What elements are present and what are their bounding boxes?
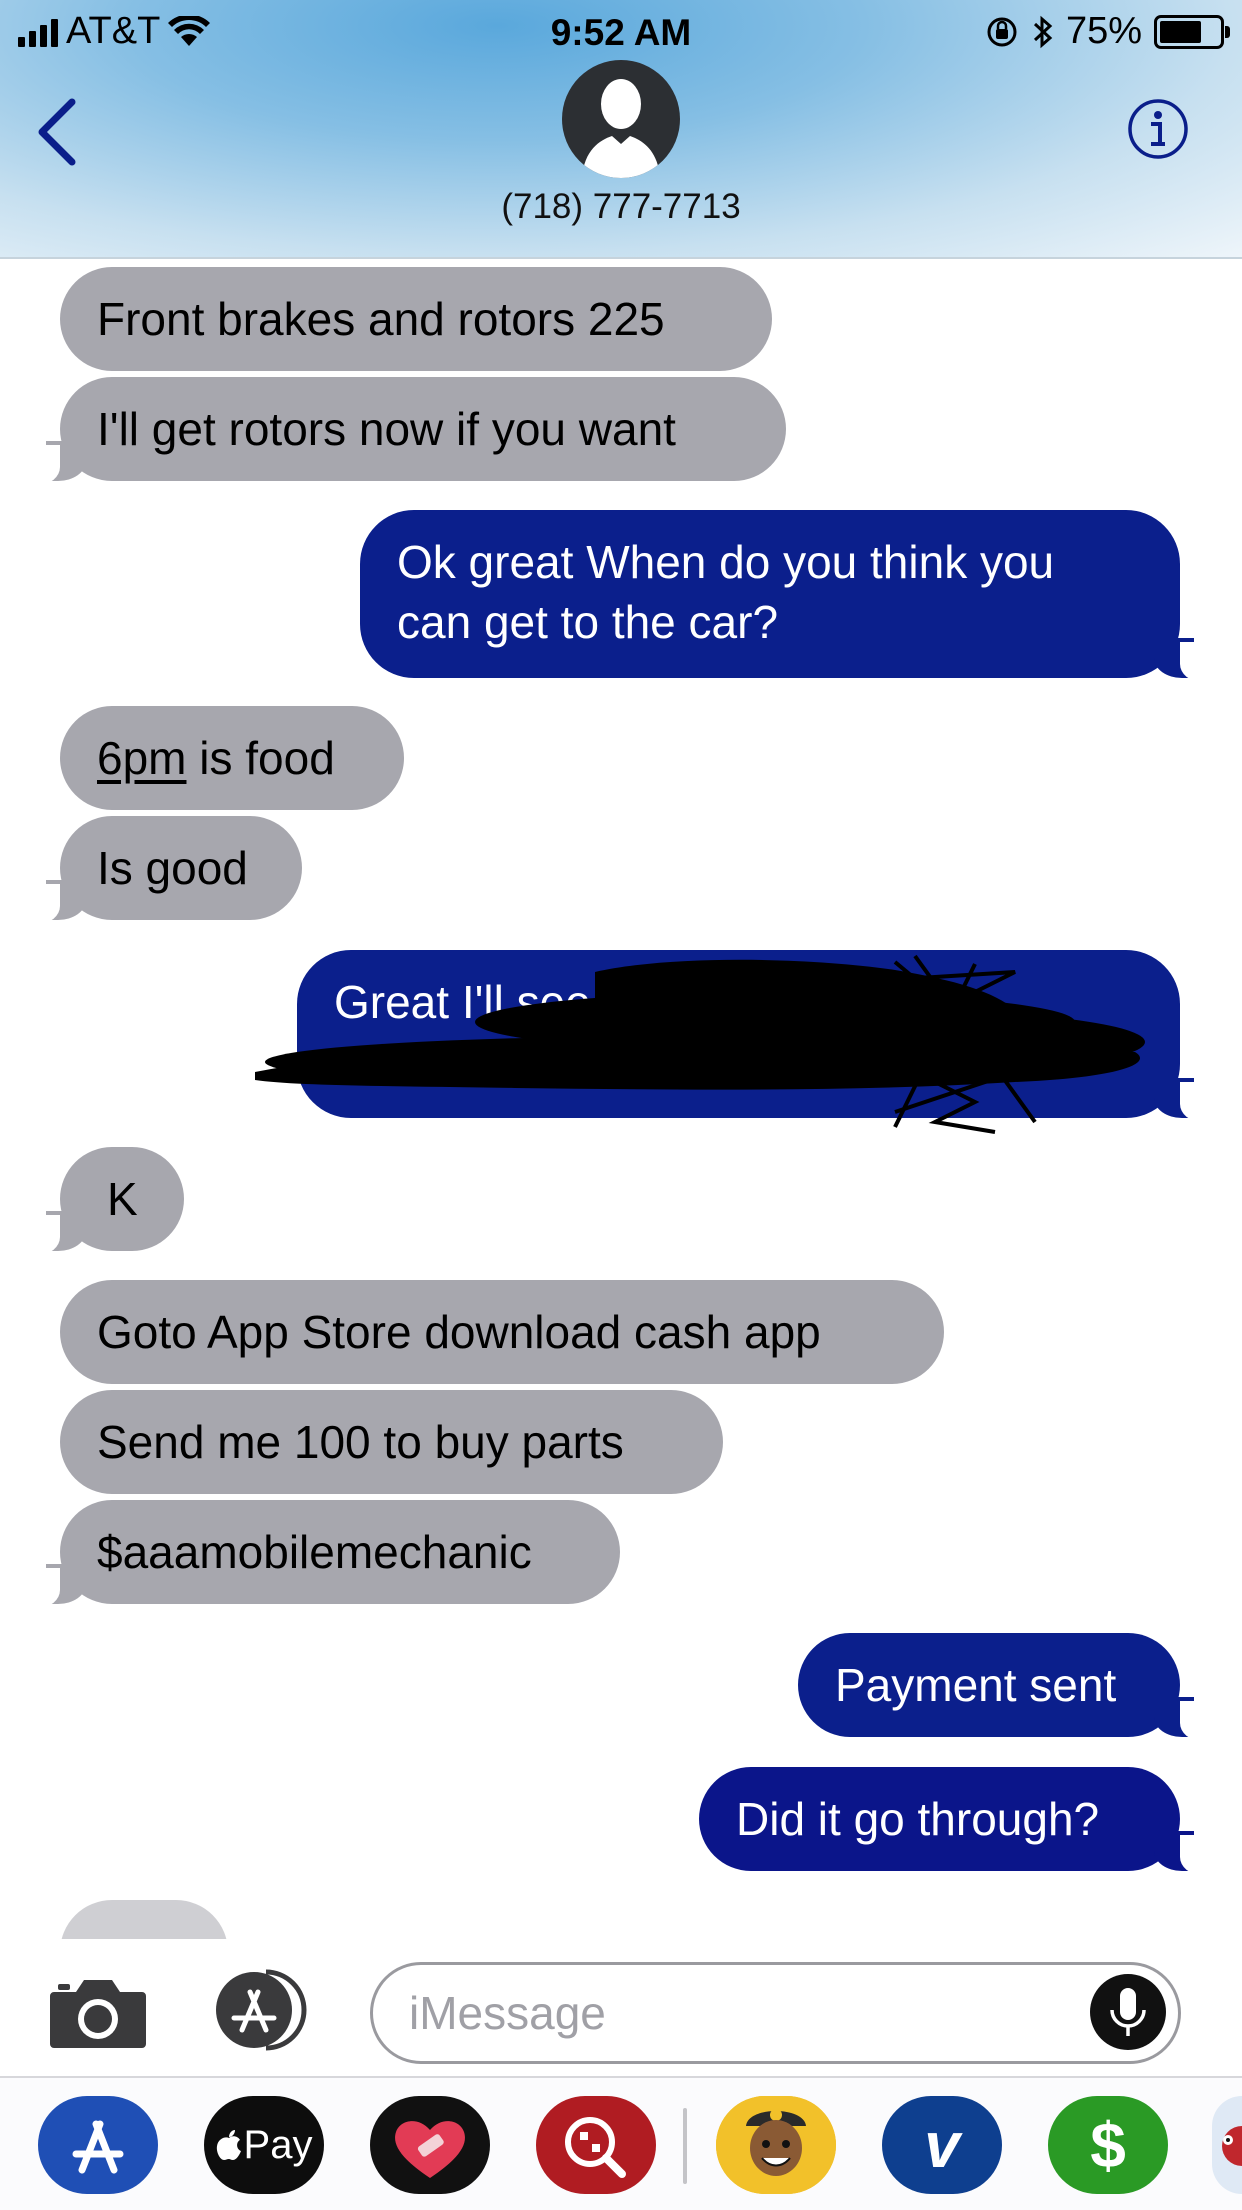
- message-text: is food: [186, 732, 335, 784]
- apple-logo-icon: [216, 2130, 241, 2160]
- message-bubble-outgoing[interactable]: Did it go through?: [699, 1767, 1214, 1875]
- message-text: Goto App Store download cash app: [97, 1306, 821, 1358]
- bluetooth-icon: [1033, 15, 1053, 48]
- heart-sticker-icon[interactable]: [370, 2096, 490, 2194]
- message-bubble-incoming-partial[interactable]: [60, 1900, 228, 1939]
- camera-icon[interactable]: [48, 1972, 148, 2050]
- message-bubble-outgoing[interactable]: Great I'll see you then: [297, 950, 1214, 1122]
- person-silhouette-icon: [582, 79, 660, 178]
- info-icon[interactable]: [1127, 98, 1189, 160]
- status-right: 75%: [984, 10, 1230, 53]
- message-text: Is good: [97, 842, 248, 894]
- venmo-icon[interactable]: v: [882, 2096, 1002, 2194]
- drawer-divider: [683, 2108, 687, 2184]
- battery-percent: 75%: [1065, 10, 1142, 52]
- message-bubble-incoming[interactable]: 6pm is food: [60, 706, 404, 810]
- apple-pay-icon[interactable]: Pay: [204, 2096, 324, 2194]
- message-thread[interactable]: Front brakes and rotors 225 I'll get rot…: [0, 259, 1242, 1939]
- message-text: Payment sent: [835, 1659, 1117, 1711]
- apple-pay-label: Pay: [243, 2122, 313, 2167]
- navigation-header: AT&T 9:52 AM 75% (718) 777-7713: [0, 0, 1242, 259]
- sticker-app-icon[interactable]: [1212, 2096, 1242, 2194]
- message-input[interactable]: iMessage: [370, 1962, 1181, 2064]
- back-chevron-icon[interactable]: [28, 92, 88, 172]
- message-bubble-incoming[interactable]: $aaamobilemechanic: [26, 1500, 620, 1608]
- message-text-line: can get to the car?: [397, 596, 779, 648]
- message-bubble-incoming[interactable]: I'll get rotors now if you want: [26, 377, 786, 485]
- battery-icon: [1154, 14, 1230, 49]
- orientation-lock-icon: [987, 17, 1017, 46]
- microphone-icon: [1110, 1988, 1146, 2036]
- message-bubble-incoming[interactable]: Goto App Store download cash app: [60, 1280, 944, 1384]
- cash-app-label: $: [1090, 2109, 1126, 2181]
- compose-bar: iMessage: [0, 1940, 1242, 2076]
- message-bubble-incoming[interactable]: Send me 100 to buy parts: [60, 1390, 723, 1494]
- message-text: I'll get rotors now if you want: [97, 403, 676, 455]
- bitmoji-icon[interactable]: [716, 2096, 836, 2194]
- message-bubble-incoming[interactable]: Is good: [26, 816, 302, 924]
- message-bubble-incoming[interactable]: Front brakes and rotors 225: [60, 267, 772, 371]
- image-search-icon[interactable]: [536, 2096, 656, 2194]
- contact-avatar[interactable]: [562, 60, 680, 178]
- message-text: K: [107, 1173, 138, 1225]
- message-text: Great I'll see you then: [334, 976, 781, 1028]
- message-text-line: Ok great When do you think you: [397, 536, 1055, 588]
- app-store-icon[interactable]: [38, 2096, 158, 2194]
- app-store-drawer-icon[interactable]: [208, 1968, 318, 2052]
- message-bubble-outgoing[interactable]: Ok great When do you think you can get t…: [360, 510, 1214, 682]
- message-text: Send me 100 to buy parts: [97, 1416, 624, 1468]
- message-text: Front brakes and rotors 225: [97, 293, 665, 345]
- message-bubble-incoming[interactable]: K: [26, 1147, 184, 1255]
- venmo-label: v: [924, 2109, 960, 2181]
- contact-number[interactable]: (718) 777-7713: [0, 187, 1242, 227]
- cash-app-icon[interactable]: $: [1048, 2096, 1168, 2194]
- message-text: $aaamobilemechanic: [97, 1526, 532, 1578]
- dictation-button[interactable]: [1090, 1974, 1166, 2050]
- message-text: Did it go through?: [736, 1793, 1100, 1845]
- imessage-app-drawer: Pay v $: [0, 2076, 1242, 2210]
- message-bubble-outgoing[interactable]: Payment sent: [798, 1633, 1214, 1741]
- detected-time-link[interactable]: 6pm: [97, 732, 186, 784]
